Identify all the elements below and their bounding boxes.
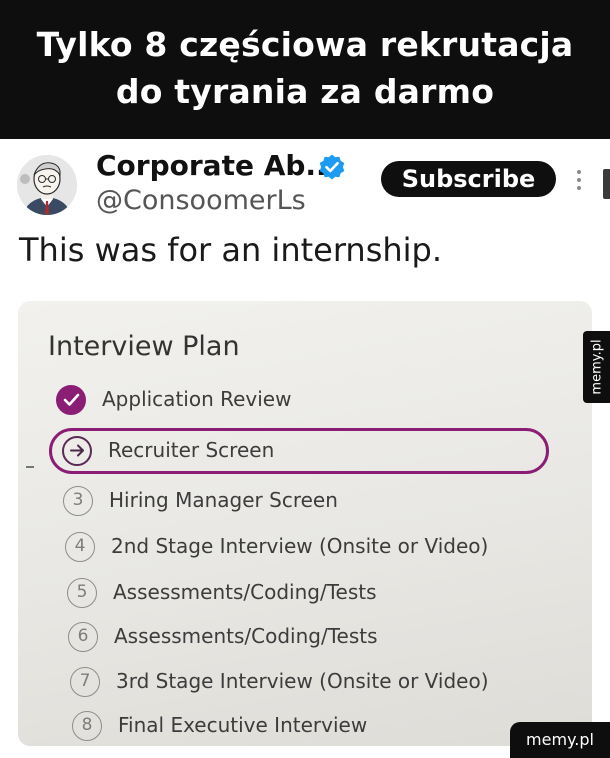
step-label: Recruiter Screen	[108, 438, 275, 462]
step-marker: 7	[70, 667, 100, 697]
step-label: Application Review	[102, 387, 292, 411]
step-label: Final Executive Interview	[118, 713, 368, 737]
meme-caption: Tylko 8 częściowa rekrutacja do tyrania …	[0, 0, 610, 139]
side-watermark-text: memy.pl	[589, 339, 604, 395]
step-marker	[56, 385, 86, 415]
verified-badge-icon	[319, 154, 345, 180]
meme-caption-line-1: Tylko 8 częściowa rekrutacja	[36, 25, 574, 64]
step-marker: 8	[72, 711, 102, 741]
step-label: 3rd Stage Interview (Onsite or Video)	[116, 669, 489, 693]
checkmark-icon	[63, 393, 79, 406]
tweet-card: Corporate Ab... @ConsoomerLs Subscribe T…	[0, 139, 610, 758]
side-watermark: memy.pl	[583, 331, 610, 403]
tweet-text: This was for an internship.	[19, 231, 443, 269]
avatar-illustration	[17, 155, 77, 215]
author-handle[interactable]: @ConsoomerLs	[96, 185, 306, 216]
subscribe-button[interactable]: Subscribe	[381, 161, 556, 197]
photo-edge-mark	[26, 466, 34, 468]
avatar[interactable]	[17, 155, 77, 215]
scrollbar-thumb[interactable]	[603, 169, 610, 199]
step-label: Assessments/Coding/Tests	[114, 624, 378, 648]
step-marker: 6	[68, 622, 98, 652]
arrow-right-icon	[69, 444, 84, 457]
corner-watermark: memy.pl	[510, 722, 610, 758]
step-marker: 5	[67, 578, 97, 608]
step-marker	[62, 436, 92, 466]
tweet-photo[interactable]: Interview Plan Application Review Recrui…	[18, 301, 592, 746]
step-marker: 3	[63, 486, 93, 516]
step-marker: 4	[65, 532, 95, 562]
interview-plan-title: Interview Plan	[48, 331, 240, 362]
meme-caption-line-2: do tyrania za darmo	[115, 72, 495, 111]
step-label: Assessments/Coding/Tests	[113, 580, 377, 604]
step-label: Hiring Manager Screen	[109, 488, 338, 512]
author-name[interactable]: Corporate Ab...	[96, 149, 337, 182]
more-options-icon[interactable]	[575, 169, 583, 191]
step-label: 2nd Stage Interview (Onsite or Video)	[111, 534, 489, 558]
